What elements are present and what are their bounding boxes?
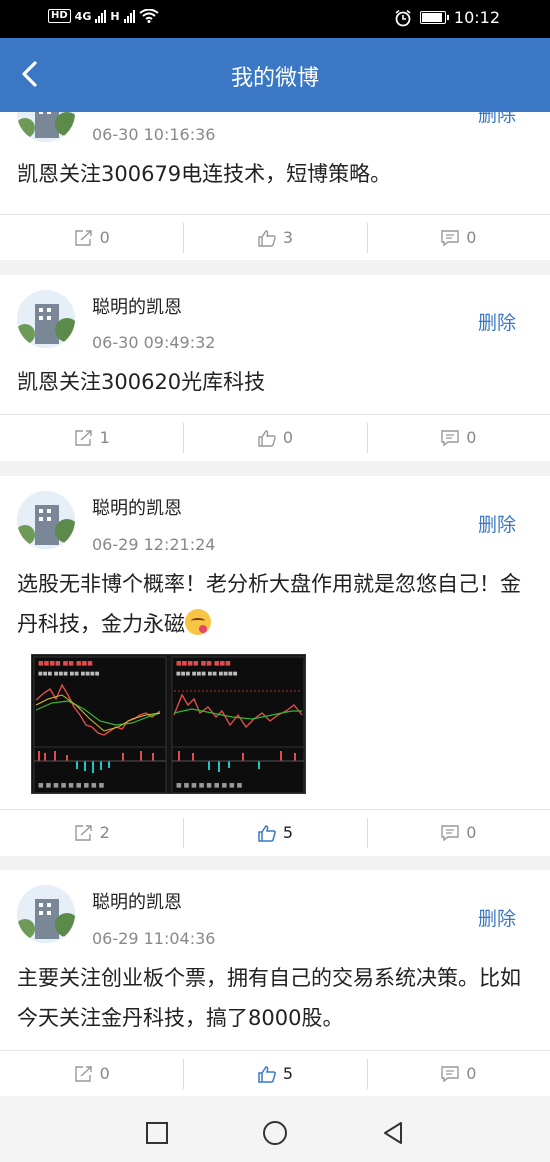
avatar[interactable]: [17, 112, 75, 142]
stock-chart-thumbnail: ■■■■ ■■ ■■■ ■■■ ■■■ ■■ ■■■■ ■ ■ ■ ■ ■ ■ …: [32, 655, 305, 793]
svg-text:■■■ ■■■ ■■ ■■■■: ■■■ ■■■ ■■ ■■■■: [176, 671, 238, 677]
clock: 10:12: [453, 8, 500, 27]
comment-icon: [441, 1065, 459, 1082]
comment-count: 0: [466, 1064, 477, 1083]
hd-indicator: HD: [48, 9, 71, 23]
share-button[interactable]: 0: [0, 1051, 183, 1096]
network-type-2: H: [110, 9, 120, 23]
post-actions: 0 3 0: [0, 214, 550, 260]
share-icon: [74, 824, 92, 841]
signal-strength-icon: [95, 9, 107, 23]
like-count: 0: [282, 428, 294, 447]
thumbs-up-icon: [258, 824, 276, 842]
svg-text:■■■ ■■■ ■■ ■■■■: ■■■ ■■■ ■■ ■■■■: [38, 671, 100, 677]
post-content[interactable]: 主要关注创业板个票，拥有自己的交易系统决策。比如今天关注金丹科技，搞了8000股…: [17, 958, 532, 1038]
share-icon: [74, 229, 92, 246]
share-icon: [74, 1065, 92, 1082]
avatar[interactable]: [17, 491, 75, 549]
comment-icon: [441, 429, 459, 446]
thumbs-up-icon: [258, 429, 276, 447]
yum-emoji-icon: [185, 609, 211, 635]
comment-count: 0: [466, 823, 477, 842]
delete-button[interactable]: 删除: [478, 904, 516, 931]
share-count: 2: [99, 823, 110, 842]
recent-apps-icon[interactable]: [144, 1120, 170, 1146]
like-button[interactable]: 5: [183, 1051, 366, 1096]
share-button[interactable]: 2: [0, 810, 183, 855]
comment-icon: [441, 824, 459, 841]
post-time: 06-29 12:21:24: [92, 535, 216, 554]
signal-strength-icon-2: [123, 9, 135, 23]
back-nav-icon[interactable]: [380, 1120, 406, 1146]
like-count: 5: [282, 823, 294, 842]
author-name[interactable]: 聪明的凯恩: [92, 293, 182, 319]
delete-button[interactable]: 删除: [478, 112, 516, 127]
comment-button[interactable]: 0: [366, 215, 550, 260]
share-icon: [74, 429, 92, 446]
post-actions: 1 0 0: [0, 414, 550, 460]
svg-text:■■■■ ■■ ■■■: ■■■■ ■■ ■■■: [38, 660, 93, 667]
post-time: 06-30 09:49:32: [92, 333, 216, 352]
delete-button[interactable]: 删除: [478, 308, 516, 335]
comment-count: 0: [466, 428, 477, 447]
post-image[interactable]: ■■■■ ■■ ■■■ ■■■ ■■■ ■■ ■■■■ ■ ■ ■ ■ ■ ■ …: [31, 654, 306, 794]
thumbs-up-icon: [258, 1065, 276, 1083]
alarm-icon: [395, 9, 411, 26]
post-card: 06-30 10:16:36 删除 凯恩关注300679电连技术，短博策略。 0…: [0, 112, 550, 260]
comment-button[interactable]: 0: [366, 810, 550, 855]
post-content[interactable]: 选股无非博个概率！老分析大盘作用就是忽悠自己！金丹科技，金力永磁: [17, 564, 532, 644]
share-button[interactable]: 1: [0, 415, 183, 460]
post-time: 06-30 10:16:36: [92, 125, 216, 144]
system-nav-bar: [0, 1102, 550, 1162]
like-button[interactable]: 3: [183, 215, 366, 260]
comment-icon: [441, 229, 459, 246]
like-count: 3: [282, 228, 294, 247]
post-card: 聪明的凯恩 06-30 09:49:32 删除 凯恩关注300620光库科技 1…: [0, 275, 550, 461]
svg-text:■ ■ ■ ■ ■ ■ ■ ■ ■: ■ ■ ■ ■ ■ ■ ■ ■ ■: [176, 782, 243, 789]
app-header: 我的微博: [0, 38, 550, 112]
post-actions: 0 5 0: [0, 1050, 550, 1096]
like-button[interactable]: 5: [183, 810, 366, 855]
network-type-1: 4G: [74, 9, 92, 23]
post-time: 06-29 11:04:36: [92, 929, 216, 948]
post-card: 聪明的凯恩 06-29 12:21:24 删除 选股无非博个概率！老分析大盘作用…: [0, 476, 550, 856]
page-title: 我的微博: [230, 66, 319, 91]
svg-text:■■■■ ■■ ■■■: ■■■■ ■■ ■■■: [176, 660, 231, 667]
post-card: 聪明的凯恩 06-29 11:04:36 删除 主要关注创业板个票，拥有自己的交…: [0, 870, 550, 1096]
like-button[interactable]: 0: [183, 415, 366, 460]
share-count: 0: [99, 1064, 110, 1083]
share-button[interactable]: 0: [0, 215, 183, 260]
delete-button[interactable]: 删除: [478, 510, 516, 537]
author-name[interactable]: 聪明的凯恩: [92, 888, 182, 914]
thumbs-up-icon: [258, 229, 276, 247]
like-count: 5: [282, 1064, 294, 1083]
comment-count: 0: [466, 228, 477, 247]
share-count: 1: [99, 428, 110, 447]
post-content[interactable]: 凯恩关注300620光库科技: [17, 362, 532, 402]
post-feed[interactable]: 06-30 10:16:36 删除 凯恩关注300679电连技术，短博策略。 0…: [0, 112, 550, 1102]
author-name[interactable]: 聪明的凯恩: [92, 494, 182, 520]
battery-icon: [419, 11, 449, 24]
wifi-icon: [138, 9, 159, 23]
avatar[interactable]: [17, 885, 75, 943]
avatar[interactable]: [17, 290, 75, 348]
share-count: 0: [99, 228, 110, 247]
post-text: 选股无非博个概率！老分析大盘作用就是忽悠自己！金丹科技，金力永磁: [17, 572, 521, 636]
status-bar: HD 4G H 10:12: [0, 0, 550, 38]
post-content[interactable]: 凯恩关注300679电连技术，短博策略。: [17, 154, 532, 194]
post-actions: 2 5 0: [0, 809, 550, 855]
home-icon[interactable]: [262, 1120, 288, 1146]
comment-button[interactable]: 0: [366, 415, 550, 460]
svg-text:■ ■ ■ ■ ■ ■ ■ ■ ■: ■ ■ ■ ■ ■ ■ ■ ■ ■: [38, 782, 105, 789]
comment-button[interactable]: 0: [366, 1051, 550, 1096]
